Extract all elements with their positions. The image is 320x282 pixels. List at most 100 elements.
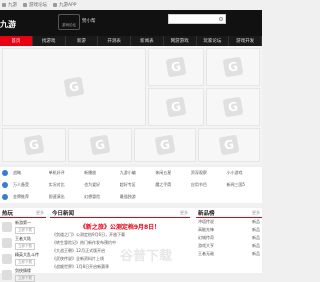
- nav-item-new[interactable]: 新游: [66, 36, 99, 46]
- category-link[interactable]: 金牌推荐: [13, 194, 49, 200]
- rank-name: 王者无敌: [198, 251, 214, 256]
- forum-logo-label: 游戏论坛: [62, 23, 76, 27]
- category-link[interactable]: 单机好评: [49, 170, 85, 176]
- topbar-item-1[interactable]: 九游: [2, 2, 17, 8]
- category-link[interactable]: 魔之手筒: [155, 182, 191, 188]
- download-button[interactable]: 立即下载: [15, 275, 35, 282]
- category-link[interactable]: 休闲五星: [155, 170, 191, 176]
- game-thumbnail: [2, 222, 12, 232]
- banner-tile-5[interactable]: G: [2, 128, 66, 162]
- category-link[interactable]: 实况对比: [49, 182, 85, 188]
- top-bar: 九游 游戏论坛 九游APP: [0, 0, 262, 10]
- download-button[interactable]: 立即下载: [15, 227, 35, 234]
- game-item[interactable]: 精英大乱斗传 立即下载: [0, 250, 46, 266]
- main-nav: 首页 找游戏 新游 开测表 新闻表 网游游戏 玩家论坛 游戏开发: [0, 36, 262, 46]
- hot-games: 热玩 更多 新游第一 立即下载 王者大陆 立即下载 精英大乱斗传 立即下载 剑侠…: [0, 208, 46, 282]
- banner-tile-8[interactable]: G: [198, 128, 260, 162]
- download-button[interactable]: 立即下载: [15, 243, 35, 250]
- home-icon: [2, 3, 6, 7]
- game-item[interactable]: 新游第一 立即下载: [0, 218, 46, 234]
- rank-header: 新品榜 更多: [196, 208, 262, 218]
- category-row: 万人备受 实况对比 也为爱好 超好专区 魔之手筒 应用节目 新闻三国5: [0, 180, 262, 190]
- search-input[interactable]: [168, 14, 226, 24]
- category-link[interactable]: 幻想冒险: [84, 194, 120, 200]
- news-item[interactable]: 《剑道之门》公测定档9月6日，开放下载: [50, 231, 190, 239]
- forum-logo[interactable]: 游戏论坛: [58, 14, 80, 30]
- game-logo-icon: G: [222, 96, 244, 118]
- rank-value: 新品: [252, 235, 260, 240]
- hot-games-title: 热玩: [2, 210, 14, 217]
- banner-tile-6[interactable]: G: [68, 128, 132, 162]
- rank-value: 新品: [252, 227, 260, 232]
- game-thumbnail: [2, 270, 12, 280]
- banner-tile-3[interactable]: G: [148, 88, 204, 126]
- nav-item-forum[interactable]: 玩家论坛: [197, 36, 230, 46]
- nav-item-find[interactable]: 找游戏: [33, 36, 66, 46]
- game-name: 精英大乱斗传: [15, 252, 39, 257]
- game-name: 王者大陆: [15, 236, 31, 241]
- hot-games-more[interactable]: 更多: [36, 210, 44, 216]
- category-link[interactable]: 最强独游: [120, 194, 156, 200]
- news-headline[interactable]: 《新之旅》公测定档9月8日！: [50, 222, 190, 231]
- game-logo-icon: G: [154, 134, 176, 156]
- rank-item[interactable]: 幻城传奇 新品: [196, 234, 262, 242]
- banner-tile-1[interactable]: G: [148, 48, 204, 86]
- nav-item-test[interactable]: 开测表: [98, 36, 131, 46]
- rank-name: 游戏大亨: [198, 243, 214, 248]
- news-item[interactable]: 《大战王朝》12月正式版开启: [50, 247, 190, 255]
- category-link[interactable]: 资深观察: [191, 170, 227, 176]
- nav-item-news[interactable]: 新闻表: [131, 36, 164, 46]
- news-more[interactable]: 更多: [180, 210, 188, 216]
- rank-item[interactable]: 游戏大亨 新品: [196, 242, 262, 250]
- game-item[interactable]: 剑侠情缘 立即下载: [0, 266, 46, 282]
- rank-item[interactable]: 高能先锋 新品: [196, 226, 262, 234]
- category-link[interactable]: 也为爱好: [84, 182, 120, 188]
- new-rank: 新品榜 更多 冲塔传说 新品 高能先锋 新品 幻城传奇 新品 游戏大亨 新品 王者无敌新…: [196, 208, 262, 273]
- banner-tile-4[interactable]: G: [206, 88, 260, 126]
- category-link[interactable]: 新播放: [84, 170, 120, 176]
- news-item[interactable]: 《转生冒险记》热门新作发布预约中: [50, 239, 190, 247]
- download-button[interactable]: 立即下载: [15, 259, 35, 266]
- rank-title: 新品榜: [198, 210, 215, 217]
- banner-main[interactable]: G: [2, 48, 146, 126]
- header: 九游 游戏论坛 赞小帮: [0, 10, 262, 36]
- category-link[interactable]: 超好专区: [120, 182, 156, 188]
- news-title: 今日新闻: [52, 210, 75, 217]
- category-link[interactable]: 新闻三国5: [226, 182, 262, 188]
- rank-name: 冲塔传说: [198, 219, 214, 224]
- news-section: 今日新闻 更多 《新之旅》公测定档9月8日！ 《剑道之门》公测定档9月6日，开放…: [50, 208, 190, 273]
- topbar-item-3[interactable]: 九游APP: [53, 2, 77, 8]
- category-link[interactable]: 万人备受: [13, 182, 49, 188]
- game-item[interactable]: 王者大陆 立即下载: [0, 234, 46, 250]
- banner-tile-2[interactable]: G: [206, 48, 260, 86]
- category-row: 战略 单机好评 新播放 九游小编 休闲五星 资深观察 小小游戏: [0, 168, 262, 178]
- category-link[interactable]: 小小游戏: [226, 170, 262, 176]
- news-item[interactable]: 《战舰世界》1月8日开启新赛季: [50, 263, 190, 271]
- game-name: 新游第一: [15, 220, 31, 225]
- category-bullet-icon: [2, 170, 8, 176]
- game-name: 剑侠情缘: [15, 268, 31, 273]
- category-link[interactable]: 战略: [13, 170, 49, 176]
- news-item[interactable]: 《武侠传说》全新资料片上线: [50, 255, 190, 263]
- nav-item-home[interactable]: 首页: [0, 36, 33, 46]
- nav-item-dev[interactable]: 游戏开发: [229, 36, 262, 46]
- category-link[interactable]: 九游小编: [120, 170, 156, 176]
- category-list: 战略 单机好评 新播放 九游小编 休闲五星 资深观察 小小游戏 万人备受 实况对…: [0, 167, 262, 203]
- rank-value: 新品: [252, 219, 260, 224]
- featured-area: G G G G G G G G G: [0, 46, 262, 164]
- game-logo-icon: G: [222, 56, 244, 78]
- rank-name: 幻城传奇: [198, 235, 214, 240]
- rank-name: 高能先锋: [198, 227, 214, 232]
- rank-more[interactable]: 更多: [252, 210, 260, 216]
- topbar-item-2[interactable]: 游戏论坛: [23, 2, 47, 8]
- category-link[interactable]: 应用节目: [191, 182, 227, 188]
- rank-item[interactable]: 王者无敌 新品: [196, 250, 262, 258]
- nav-item-online[interactable]: 网游游戏: [164, 36, 197, 46]
- rank-item[interactable]: 冲塔传说 新品: [196, 218, 262, 226]
- rank-value: 新品: [252, 251, 260, 256]
- category-link[interactable]: 即速演出: [49, 194, 85, 200]
- search-icon[interactable]: [219, 17, 223, 21]
- banner-tile-7[interactable]: G: [134, 128, 196, 162]
- site-logo[interactable]: 九游: [0, 19, 16, 30]
- hot-games-header: 热玩 更多: [0, 208, 46, 218]
